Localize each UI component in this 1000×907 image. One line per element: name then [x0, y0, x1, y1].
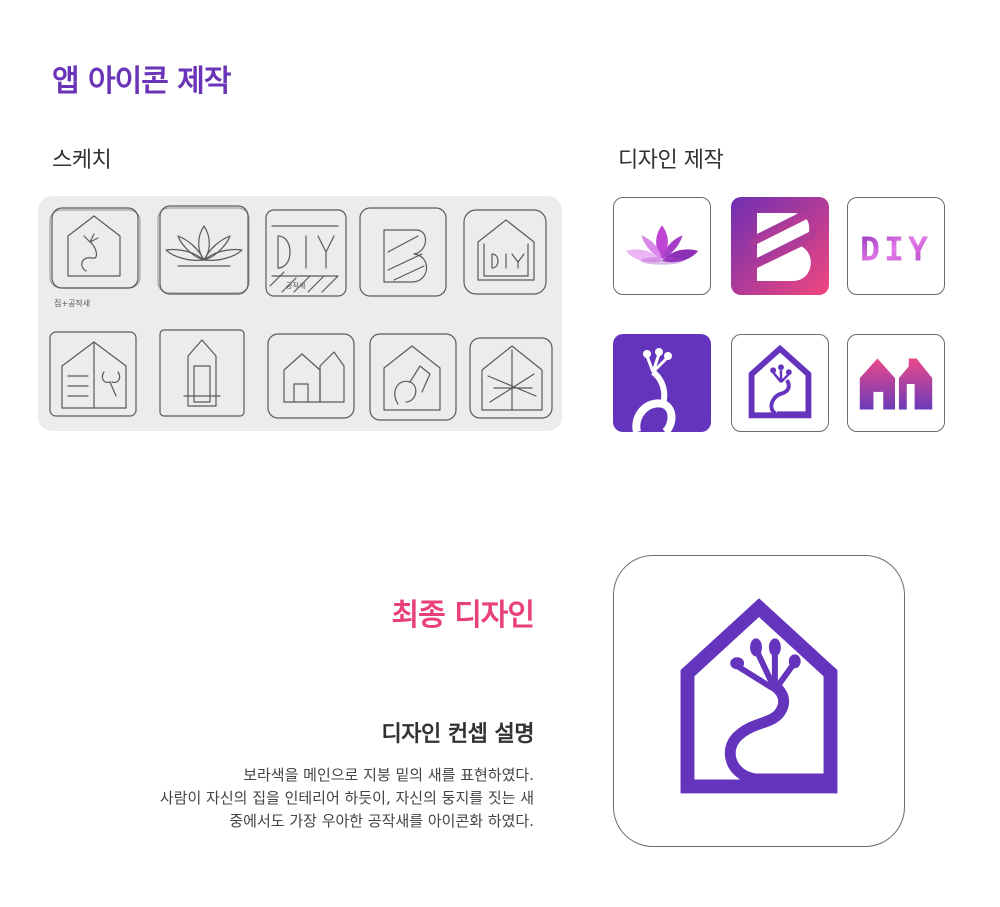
concept-line: 보라색을 메인으로 지붕 밑의 새를 표현하였다. [243, 766, 534, 784]
final-app-icon [613, 555, 905, 847]
houses-gradient-icon [847, 334, 945, 432]
design-section-label: 디자인 제작 [618, 148, 724, 173]
sketch-note: 집+공작새 [54, 298, 90, 308]
diy-text-icon: DIY [847, 197, 945, 295]
stripe-b-icon [731, 197, 829, 295]
sketch-photo: 집+공작새 공작새 [38, 196, 562, 431]
sketch-note-2: 공작새 [286, 281, 305, 290]
lotus-icon [613, 197, 711, 295]
concept-description: 보라색을 메인으로 지붕 밑의 새를 표현하였다. 사람이 자신의 집을 인테리… [54, 764, 534, 833]
concept-line: 사람이 자신의 집을 인테리어 하듯이, 자신의 둥지를 짓는 새 [159, 789, 534, 807]
sketch-drawings: 집+공작새 공작새 [49, 205, 553, 421]
final-design-title: 최종 디자인 [391, 598, 535, 633]
page-title: 앱 아이콘 제작 [52, 64, 231, 99]
diy-label: DIY [860, 230, 932, 269]
concept-heading: 디자인 컨셉 설명 [381, 722, 535, 747]
concept-line: 중에서도 가장 우아한 공작새를 아이콘화 하였다. [229, 812, 534, 830]
peacock-icon [613, 334, 711, 432]
house-peacock-outline-icon [731, 334, 829, 432]
sketch-section-label: 스케치 [52, 148, 112, 173]
